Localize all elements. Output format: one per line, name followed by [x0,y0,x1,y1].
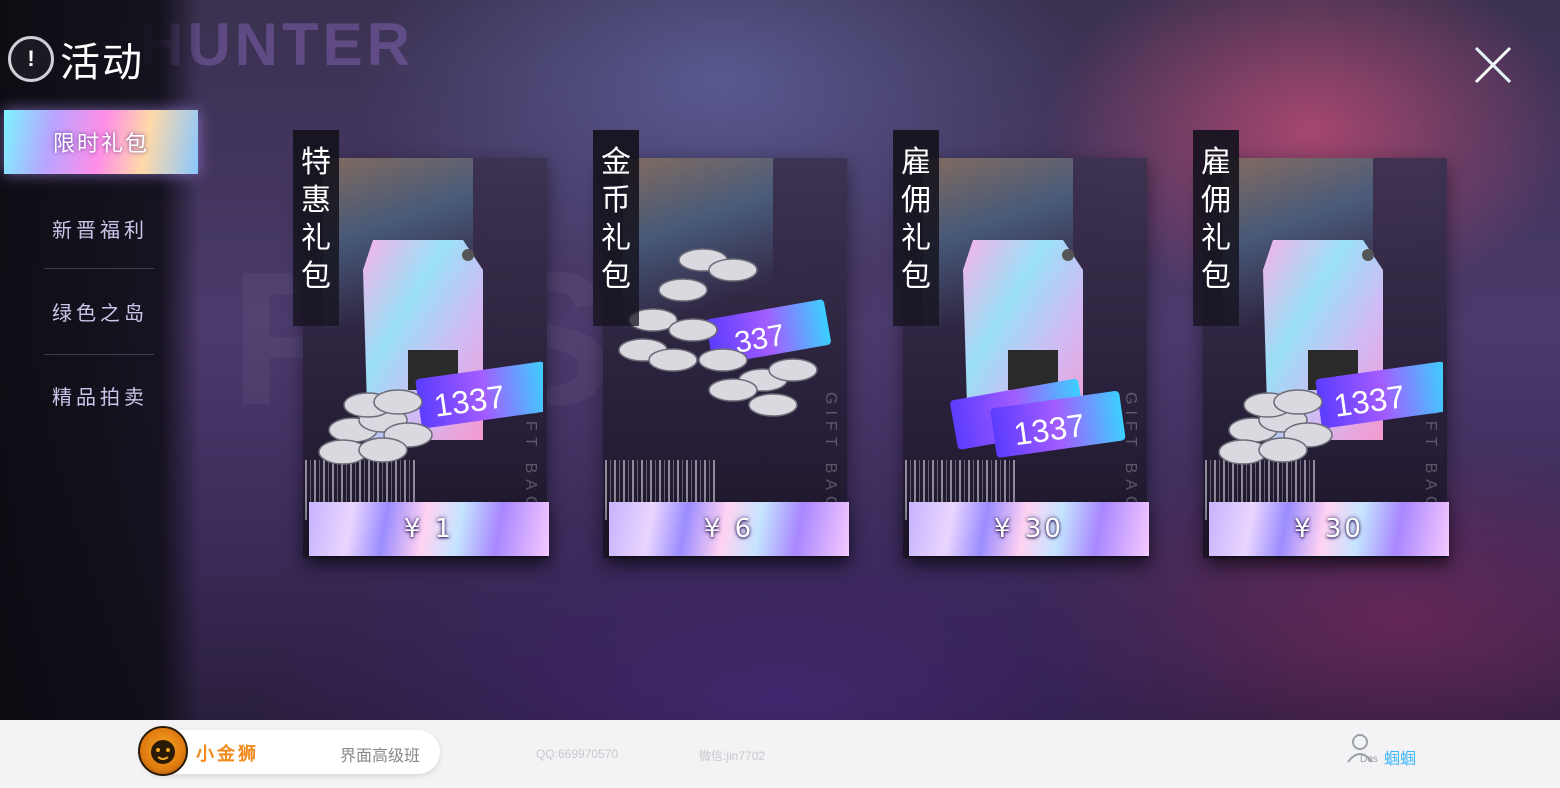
close-icon [1474,46,1512,84]
card-title: 雇佣礼包 [1201,145,1231,294]
sidebar-item-green-island[interactable]: 绿色之岛 [0,291,200,331]
user-tag: Des [1360,754,1378,765]
sidebar-item-limited-gift[interactable]: 限时礼包 [4,110,198,174]
gift-card-mercenary-2[interactable]: GIFT BAG 1337 雇佣礼包 ¥ 30 [1193,130,1451,580]
price-label: ¥ 30 [994,514,1064,544]
close-button[interactable] [1470,42,1516,88]
wechat-contact: 微信:jin7702 [699,749,766,763]
price-label: ¥ 1 [403,514,455,544]
card-title: 金币礼包 [601,145,631,294]
page-title: 活动 [60,40,144,86]
gift-bag-art: 1337 [318,240,543,465]
price-button[interactable]: ¥ 30 [909,502,1149,556]
sidebar-item-label: 限时礼包 [52,132,149,157]
sidebar-item-label: 绿色之岛 [52,300,148,325]
price-label: ¥ 30 [1294,514,1364,544]
price-button[interactable]: ¥ 30 [1209,502,1449,556]
card-title-tag: 雇佣礼包 [1193,130,1239,326]
gift-bag-art: 1337 [950,240,1126,458]
brand-name: 小金狮 [196,744,259,765]
gift-card-special[interactable]: GIFT BAG 1337 特惠礼包 ¥ 1 [293,130,551,580]
page-header: ! 活动 [8,30,144,88]
qq-contact: QQ:669970570 [536,747,619,761]
sidebar-item-label: 新晋福利 [52,217,148,242]
card-title-tag: 特惠礼包 [293,130,339,326]
sidebar-item-premium-auction[interactable]: 精品拍卖 [0,375,200,415]
sidebar-divider [44,268,154,269]
sidebar-item-label: 精品拍卖 [52,384,148,409]
alert-icon: ! [8,36,54,82]
price-button[interactable]: ¥ 1 [309,502,549,556]
card-title: 特惠礼包 [301,145,331,294]
coins-art: 337 [618,248,831,417]
user-name: 蝈蝈 [1384,749,1417,768]
card-title-tag: 雇佣礼包 [893,130,939,326]
price-button[interactable]: ¥ 6 [609,502,849,556]
sidebar-item-newcomer-benefits[interactable]: 新晋福利 [0,208,200,248]
price-label: ¥ 6 [703,514,755,544]
card-title-tag: 金币礼包 [593,130,639,326]
sidebar-divider [44,354,154,355]
course-name: 界面高级班 [340,746,421,765]
lion-logo-icon [138,726,188,776]
gift-card-mercenary[interactable]: GIFT BAG 1337 雇佣礼包 ¥ 30 [893,130,1151,580]
gift-bag-art: 1337 [1218,240,1443,465]
sidebar: 限时礼包 新晋福利 绿色之岛 精品拍卖 [0,0,200,720]
game-scene: HUNTER P S ( E 限时礼包 新晋福利 绿色之岛 精品拍卖 ! 活动 [0,0,1560,720]
card-title: 雇佣礼包 [901,145,931,294]
gift-card-coins[interactable]: GIFT BAG 337 金币礼包 ¥ 6 [593,130,851,580]
